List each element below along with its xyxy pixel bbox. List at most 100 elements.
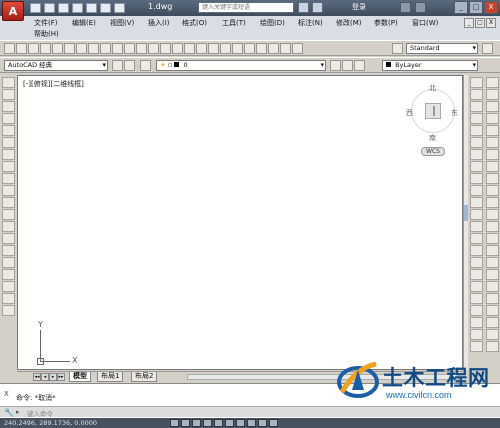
chamfer-icon[interactable]: [485, 245, 499, 256]
prev-tab-button[interactable]: ◂: [41, 373, 49, 381]
calculator-icon[interactable]: [280, 43, 291, 54]
login-link[interactable]: 登录: [352, 2, 366, 12]
workspace-select[interactable]: AutoCAD 经典: [4, 60, 108, 71]
snap-perpendicular-icon[interactable]: [469, 197, 483, 208]
help-icon[interactable]: [415, 2, 426, 13]
save-as-icon[interactable]: [72, 3, 83, 13]
menu-format[interactable]: 格式(O): [182, 18, 207, 28]
menu-help[interactable]: 帮助(H): [34, 29, 59, 39]
snap-nearest-icon[interactable]: [469, 245, 483, 256]
polyline-icon[interactable]: [1, 101, 15, 112]
mirror-icon[interactable]: [485, 101, 499, 112]
snap-tangent-icon[interactable]: [469, 185, 483, 196]
text-style-select[interactable]: Standard: [406, 43, 478, 54]
offset-icon[interactable]: [485, 113, 499, 124]
preview-icon[interactable]: [52, 43, 63, 54]
polygon-icon[interactable]: [1, 113, 15, 124]
snap-intersection-icon[interactable]: [469, 125, 483, 136]
snap-none-icon[interactable]: [469, 257, 483, 268]
dim-style-icon[interactable]: [482, 43, 493, 54]
command-close-button[interactable]: X: [4, 390, 9, 398]
snap-extension-icon[interactable]: [469, 149, 483, 160]
join-icon[interactable]: [485, 233, 499, 244]
publish-icon[interactable]: [64, 43, 75, 54]
fillet-icon[interactable]: [485, 257, 499, 268]
gradient-icon[interactable]: [1, 257, 15, 268]
pencil-icon[interactable]: [485, 317, 499, 328]
redo-icon[interactable]: [160, 43, 171, 54]
point-icon[interactable]: [1, 233, 15, 244]
multiline-text-icon[interactable]: [1, 293, 15, 304]
layer-states-icon[interactable]: [354, 60, 365, 71]
snap-center-icon[interactable]: [469, 161, 483, 172]
menu-draw[interactable]: 绘图(D): [260, 18, 285, 28]
search-icon[interactable]: [298, 2, 309, 13]
workspace-icon[interactable]: [124, 60, 135, 71]
stretch-icon[interactable]: [485, 173, 499, 184]
tab-layout2[interactable]: 布局2: [131, 372, 158, 382]
dynamic-ucs-icon[interactable]: [247, 419, 256, 427]
polar-tracking-icon[interactable]: [203, 419, 212, 427]
wrench-icon[interactable]: 🔧: [4, 408, 14, 417]
ortho-mode-icon[interactable]: [192, 419, 201, 427]
region-icon[interactable]: [1, 269, 15, 280]
viewcube-east[interactable]: 东: [451, 108, 458, 118]
close-button[interactable]: X: [484, 1, 498, 14]
area-icon[interactable]: [469, 305, 483, 316]
move-icon[interactable]: [485, 137, 499, 148]
viewcube-top-face[interactable]: [425, 103, 441, 119]
array-icon[interactable]: [485, 125, 499, 136]
revcloud-icon[interactable]: [1, 161, 15, 172]
menu-modify[interactable]: 修改(M): [336, 18, 362, 28]
rectangle-icon[interactable]: [1, 125, 15, 136]
menu-view[interactable]: 视图(V): [110, 18, 134, 28]
make-current-icon[interactable]: [330, 60, 341, 71]
menu-dimension[interactable]: 标注(N): [298, 18, 323, 28]
dimension-icon[interactable]: [469, 281, 483, 292]
3d-osnap-icon[interactable]: [225, 419, 234, 427]
print-icon[interactable]: [114, 3, 125, 13]
copy-object-icon[interactable]: [485, 89, 499, 100]
layer-select[interactable]: ☀ ▫ 0: [156, 60, 326, 71]
snap-endpoint-icon[interactable]: [469, 101, 483, 112]
break-at-point-icon[interactable]: [485, 209, 499, 220]
object-snap-icon[interactable]: [214, 419, 223, 427]
draw-order-icon[interactable]: [485, 293, 499, 304]
snap-node-icon[interactable]: [469, 233, 483, 244]
autocad-logo[interactable]: A: [2, 1, 24, 21]
tab-model[interactable]: 模型: [69, 372, 91, 382]
copy-icon[interactable]: [100, 43, 111, 54]
explode-icon[interactable]: [485, 281, 499, 292]
new-file-icon[interactable]: [30, 3, 41, 13]
list-icon[interactable]: [469, 317, 483, 328]
distance-icon[interactable]: [469, 341, 483, 352]
last-tab-button[interactable]: ▸▸: [57, 373, 65, 381]
insert-block-icon[interactable]: [1, 209, 15, 220]
layout-icon[interactable]: [485, 341, 499, 352]
menu-insert[interactable]: 插入(I): [148, 18, 170, 28]
workspace-settings-icon[interactable]: [112, 60, 123, 71]
snap-mode-icon[interactable]: [170, 419, 179, 427]
add-selected-icon[interactable]: [1, 305, 15, 316]
exchange-icon[interactable]: [400, 2, 411, 13]
hatch-icon[interactable]: [1, 245, 15, 256]
design-center-icon[interactable]: [232, 43, 243, 54]
menu-file[interactable]: 文件(F): [34, 18, 58, 28]
snap-apparent-icon[interactable]: [469, 137, 483, 148]
properties-icon[interactable]: [220, 43, 231, 54]
zoom-realtime-icon[interactable]: [184, 43, 195, 54]
snap-insert-icon[interactable]: [469, 221, 483, 232]
scale-icon[interactable]: [485, 161, 499, 172]
cut-icon[interactable]: [88, 43, 99, 54]
snap-midpoint-icon[interactable]: [469, 113, 483, 124]
line-icon[interactable]: [1, 77, 15, 88]
next-tab-button[interactable]: ▸: [49, 373, 57, 381]
snap-from-icon[interactable]: [469, 89, 483, 100]
group-icon[interactable]: [485, 305, 499, 316]
layer-properties-icon[interactable]: [140, 60, 151, 71]
dynamic-input-icon[interactable]: [258, 419, 267, 427]
block-editor-icon[interactable]: [136, 43, 147, 54]
menu-edit[interactable]: 编辑(E): [72, 18, 96, 28]
trim-icon[interactable]: [485, 185, 499, 196]
search-input[interactable]: 键入关键字或短语: [198, 2, 294, 13]
